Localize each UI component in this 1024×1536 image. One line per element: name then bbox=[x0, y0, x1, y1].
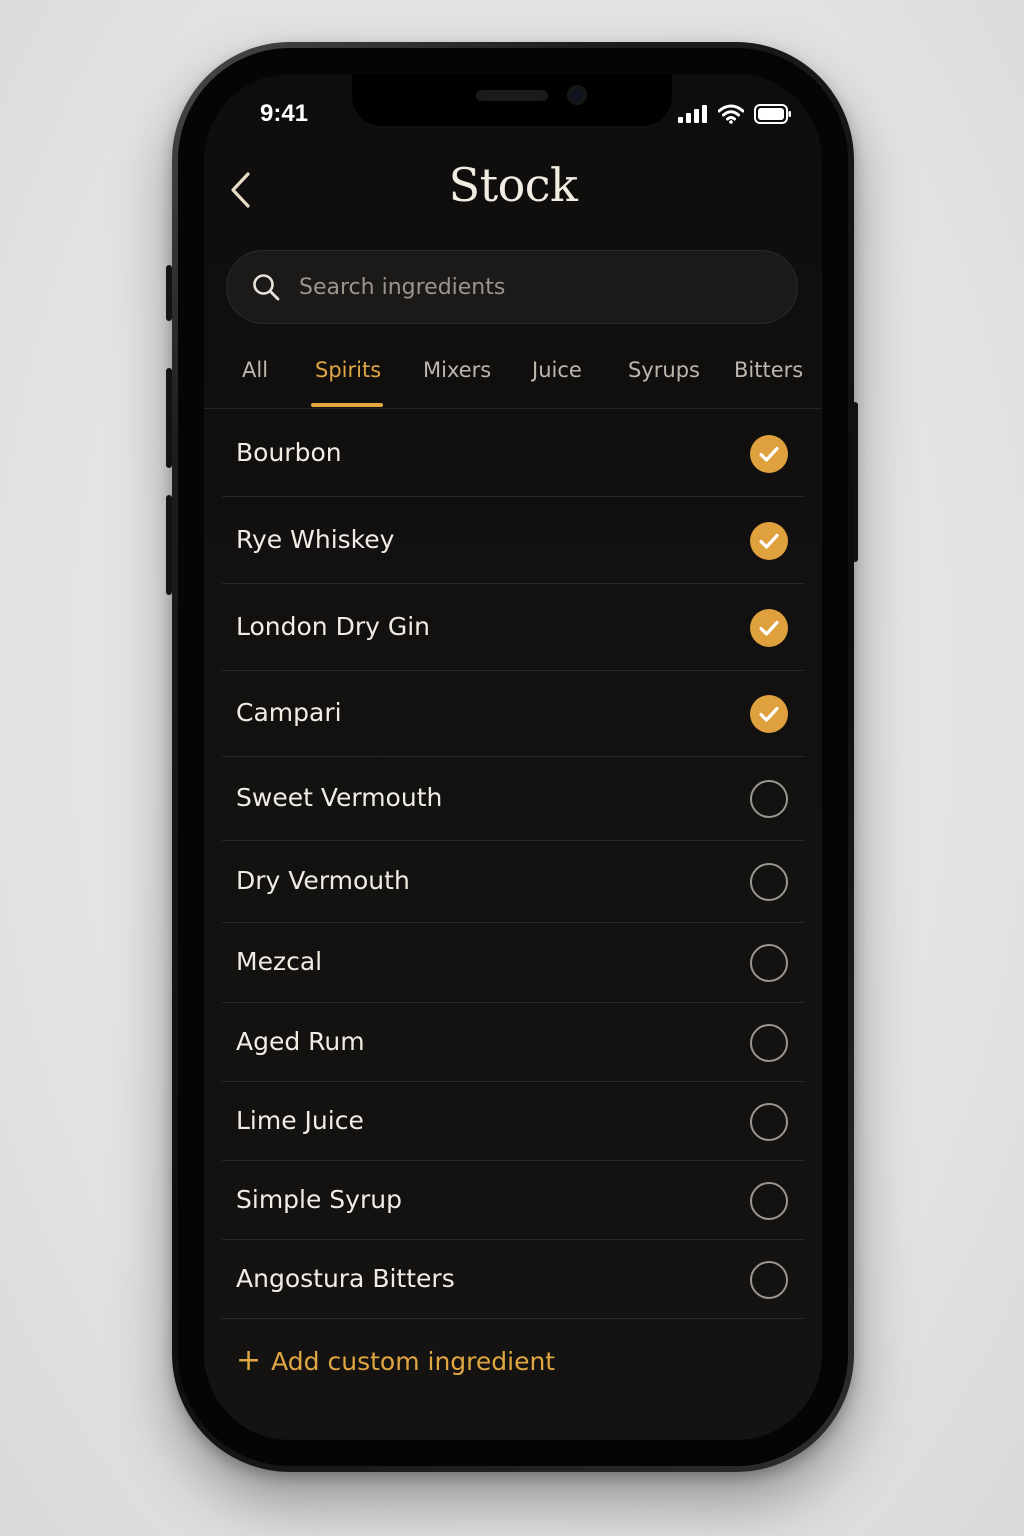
ingredient-row[interactable]: Mezcal bbox=[204, 923, 822, 1003]
ingredient-row[interactable]: Campari bbox=[204, 671, 822, 757]
checkmark-icon bbox=[759, 620, 779, 636]
unchecked-checkbox[interactable] bbox=[750, 780, 788, 818]
unchecked-checkbox[interactable] bbox=[750, 1102, 788, 1141]
ingredient-row[interactable]: Aged Rum bbox=[204, 1003, 822, 1082]
search-bar[interactable] bbox=[226, 250, 798, 324]
unchecked-checkbox[interactable] bbox=[750, 1181, 788, 1220]
tab-mixers[interactable]: Mixers bbox=[423, 358, 491, 382]
add-custom-ingredient-label: Add custom ingredient bbox=[271, 1346, 556, 1376]
ingredient-row[interactable]: London Dry Gin bbox=[204, 584, 822, 671]
checkmark-icon bbox=[759, 706, 779, 722]
checked-checkbox[interactable] bbox=[750, 695, 788, 733]
tabs-divider bbox=[204, 408, 822, 409]
ingredient-row[interactable]: Dry Vermouth bbox=[204, 841, 822, 923]
tab-syrups[interactable]: Syrups bbox=[628, 358, 700, 382]
ingredient-name: Simple Syrup bbox=[236, 1184, 402, 1214]
ingredient-name: Angostura Bitters bbox=[236, 1263, 455, 1293]
ingredient-name: Dry Vermouth bbox=[236, 866, 410, 895]
checked-checkbox[interactable] bbox=[750, 434, 788, 473]
tab-all[interactable]: All bbox=[242, 358, 268, 382]
ingredient-name: Aged Rum bbox=[236, 1026, 365, 1056]
notch bbox=[352, 74, 672, 126]
status-time: 9:41 bbox=[260, 100, 309, 127]
active-tab-indicator bbox=[311, 403, 383, 407]
ingredient-row[interactable]: Bourbon bbox=[204, 410, 822, 497]
ingredient-name: Campari bbox=[236, 698, 342, 727]
status-icons bbox=[678, 104, 792, 124]
app-screen: 9:41 Stock Search ingredients All Spirit… bbox=[204, 74, 822, 1440]
ingredient-name: Rye Whiskey bbox=[236, 524, 395, 554]
front-camera bbox=[567, 85, 587, 105]
page-title: Stock bbox=[448, 158, 578, 212]
row-divider bbox=[222, 1318, 804, 1319]
checkmark-icon bbox=[759, 446, 779, 462]
search-input[interactable] bbox=[299, 251, 797, 323]
ingredient-row[interactable]: Lime Juice bbox=[204, 1082, 822, 1161]
unchecked-checkbox[interactable] bbox=[750, 863, 788, 901]
checkmark-icon bbox=[759, 533, 779, 549]
ingredient-name: Lime Juice bbox=[236, 1105, 364, 1135]
ingredient-name: Bourbon bbox=[236, 437, 342, 467]
tab-bitters[interactable]: Bitters bbox=[734, 358, 803, 382]
ingredient-row[interactable]: Simple Syrup bbox=[204, 1161, 822, 1240]
ingredient-name: Mezcal bbox=[236, 947, 323, 976]
earpiece-speaker bbox=[476, 90, 548, 101]
ingredient-name: London Dry Gin bbox=[236, 611, 431, 641]
ingredient-row[interactable]: Rye Whiskey bbox=[204, 497, 822, 584]
checked-checkbox[interactable] bbox=[750, 608, 788, 647]
add-custom-ingredient-button[interactable]: + Add custom ingredient bbox=[236, 1346, 555, 1376]
tab-spirits[interactable]: Spirits bbox=[315, 358, 381, 382]
unchecked-checkbox[interactable] bbox=[750, 1260, 788, 1299]
unchecked-checkbox[interactable] bbox=[750, 1023, 788, 1062]
category-tabs: All Spirits Mixers Juice Syrups Bitters bbox=[204, 344, 822, 410]
plus-icon: + bbox=[236, 1343, 262, 1378]
ingredient-name: Sweet Vermouth bbox=[236, 783, 443, 812]
tab-juice[interactable]: Juice bbox=[532, 358, 582, 382]
ingredient-row[interactable]: Angostura Bitters bbox=[204, 1240, 822, 1319]
cellular-signal-icon bbox=[678, 105, 707, 123]
battery-icon bbox=[754, 104, 791, 124]
backdrop: 9:41 Stock Search ingredients All Spirit… bbox=[0, 0, 1024, 1536]
wifi-icon bbox=[718, 104, 744, 124]
search-icon bbox=[253, 274, 280, 301]
unchecked-checkbox[interactable] bbox=[750, 944, 788, 982]
ingredient-row[interactable]: Sweet Vermouth bbox=[204, 757, 822, 841]
checked-checkbox[interactable] bbox=[750, 521, 788, 560]
